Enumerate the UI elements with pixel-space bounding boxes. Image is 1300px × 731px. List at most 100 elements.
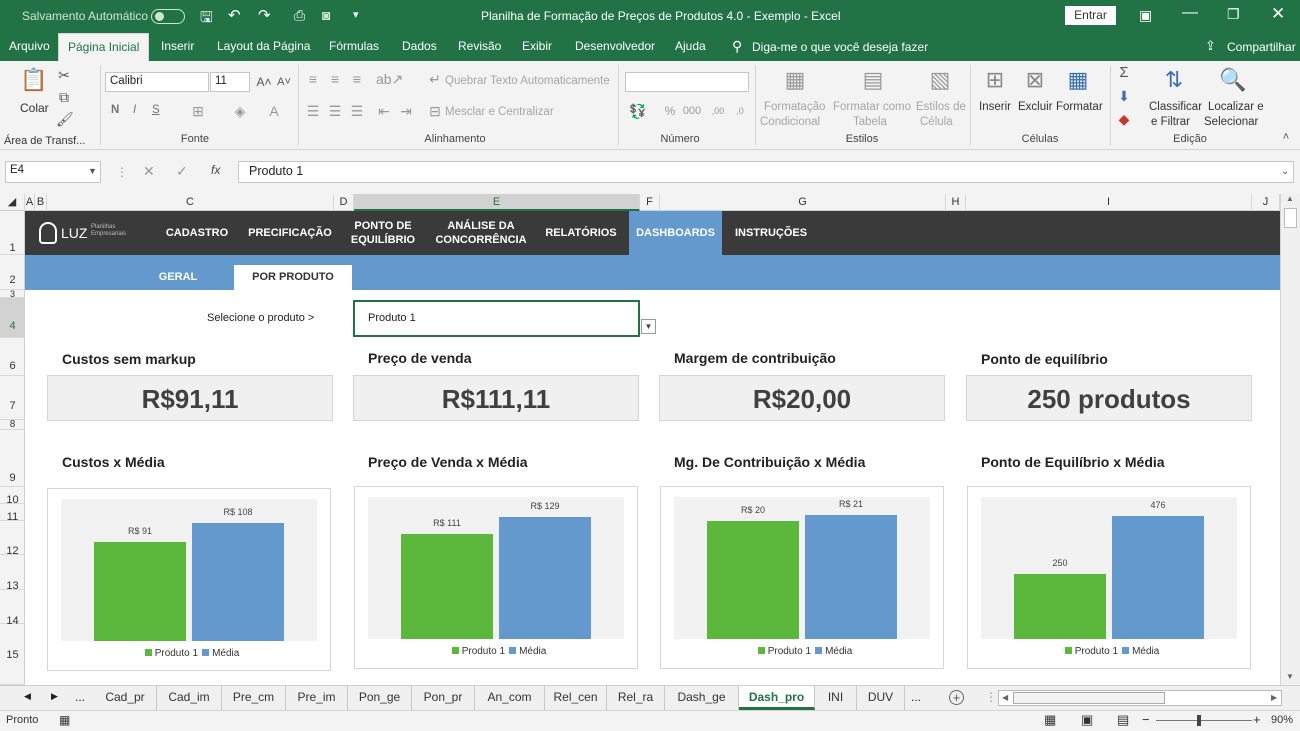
collapse-ribbon-icon[interactable]: ˄ — [1278, 129, 1294, 145]
format-cells-icon[interactable]: ▦ — [1063, 67, 1093, 93]
delete-cells-icon[interactable]: ⊠ — [1020, 67, 1050, 93]
nav-relatorios[interactable]: RELATÓRIOS — [539, 211, 623, 255]
row-header[interactable]: 6 — [0, 338, 25, 376]
ribbon-display-icon[interactable]: ▣ — [1139, 7, 1152, 24]
tab-inserir[interactable]: Inserir — [152, 33, 203, 61]
row-header[interactable]: 3 — [0, 290, 25, 299]
font-name-dropdown[interactable]: Calibri — [105, 72, 209, 92]
delete-cells-button[interactable]: Excluir — [1018, 101, 1053, 113]
row-header[interactable]: 11 — [0, 504, 25, 523]
zoom-slider[interactable] — [1156, 720, 1252, 721]
align-right-icon[interactable]: ☰ — [349, 103, 365, 119]
row-header[interactable]: 13 — [0, 555, 25, 592]
product-selector-cell[interactable]: Produto 1 — [353, 300, 640, 337]
nav-instrucoes[interactable]: INSTRUÇÕES — [729, 211, 813, 255]
save-icon[interactable]: 🖫 — [200, 7, 213, 32]
cell-styles-l2[interactable]: Célula — [920, 116, 953, 128]
sort-filter-l2[interactable]: e Filtrar — [1151, 116, 1190, 128]
expand-formula-icon[interactable]: ⌄ — [1281, 166, 1289, 177]
new-sheet-icon[interactable]: + — [949, 690, 964, 705]
column-header-selected[interactable]: E — [354, 194, 640, 211]
subtab-por-produto[interactable]: POR PRODUTO — [234, 265, 352, 290]
cancel-icon[interactable]: ✕ — [143, 163, 155, 180]
column-header[interactable]: A — [25, 194, 35, 211]
decrease-decimal-icon[interactable]: ,0 — [730, 103, 750, 119]
redo-icon[interactable]: ↷ — [258, 6, 271, 24]
tab-arquivo[interactable]: Arquivo — [0, 33, 59, 61]
zoom-out-icon[interactable]: − — [1142, 712, 1150, 727]
sheet-tab[interactable]: Dash_ge — [665, 686, 739, 710]
restore-icon[interactable]: ❐ — [1227, 6, 1240, 23]
sheet-tab[interactable]: Cad_pr — [94, 686, 157, 710]
name-box-dropdown-icon[interactable]: ▼ — [88, 166, 97, 176]
insert-cells-icon[interactable]: ⊞ — [980, 67, 1010, 93]
thousands-icon[interactable]: 000 — [682, 103, 702, 119]
row-header[interactable]: 12 — [0, 521, 25, 557]
tab-scroll-right-icon[interactable]: ▶ — [51, 691, 58, 702]
close-icon[interactable]: ✕ — [1271, 4, 1285, 24]
select-all-corner[interactable]: ◢ — [0, 194, 25, 211]
underline-button[interactable]: S — [152, 104, 160, 116]
subtab-geral[interactable]: GERAL — [133, 265, 223, 290]
tab-ajuda[interactable]: Ajuda — [666, 33, 715, 61]
column-header[interactable]: D — [334, 194, 354, 211]
zoom-level[interactable]: 90% — [1271, 714, 1293, 726]
copy-icon[interactable]: ⧉ — [56, 89, 72, 105]
bar-produto[interactable] — [1014, 574, 1106, 639]
percent-icon[interactable]: % — [660, 103, 680, 119]
minimize-icon[interactable]: — — [1182, 4, 1198, 22]
italic-button[interactable]: I — [133, 104, 136, 116]
clear-icon[interactable]: ◆ — [1116, 111, 1132, 127]
align-left-icon[interactable]: ☰ — [305, 103, 321, 119]
row-header[interactable]: 15 — [0, 624, 25, 685]
row-header[interactable]: 8 — [0, 420, 25, 430]
row-header[interactable]: 14 — [0, 590, 25, 627]
format-table-icon[interactable]: ▤ — [858, 67, 888, 93]
fill-color-icon[interactable]: ◈ — [232, 103, 248, 119]
sheet-tab[interactable]: DUV — [857, 686, 905, 710]
format-painter-icon[interactable]: 🖌 — [56, 111, 74, 127]
tab-revisao[interactable]: Revisão — [449, 33, 510, 61]
decrease-indent-icon[interactable]: ⇤ — [376, 103, 392, 119]
sheet-tab[interactable]: Pre_im — [286, 686, 348, 710]
tab-scroll-left-icon[interactable]: ◀ — [24, 691, 31, 702]
scroll-up-icon[interactable]: ▲ — [1286, 194, 1294, 203]
tab-more-right[interactable]: ... — [911, 690, 921, 704]
insert-cells-button[interactable]: Inserir — [979, 101, 1011, 113]
merge-center-button[interactable]: Mesclar e Centralizar — [445, 106, 554, 118]
camera-icon[interactable]: ◙ — [322, 7, 330, 23]
row-header[interactable]: 2 — [0, 255, 25, 290]
bar-chart-preco[interactable]: R$ 111 R$ 129 Produto 1 Média — [354, 486, 638, 669]
row-header[interactable]: 1 — [0, 211, 25, 255]
bar-produto[interactable] — [94, 542, 186, 641]
column-header[interactable]: I — [966, 194, 1252, 211]
column-header[interactable]: C — [47, 194, 334, 211]
bar-chart-ponto[interactable]: 250 476 Produto 1 Média — [967, 486, 1251, 669]
page-layout-view-icon[interactable]: ▣ — [1081, 712, 1093, 728]
hscroll-left-icon[interactable]: ◀ — [1002, 693, 1008, 702]
wrap-text-icon[interactable]: ↵ — [427, 71, 443, 87]
decrease-font-icon[interactable]: A˅ — [276, 74, 292, 90]
align-bottom-icon[interactable]: ≡ — [349, 71, 365, 87]
nav-cadastro[interactable]: CADASTRO — [157, 211, 237, 255]
conditional-format-l1[interactable]: Formatação — [764, 101, 825, 113]
macro-record-icon[interactable]: ▦ — [59, 713, 70, 727]
scroll-down-icon[interactable]: ▼ — [1286, 672, 1294, 681]
tab-pagina-inicial[interactable]: Página Inicial — [58, 33, 150, 61]
format-table-l1[interactable]: Formatar como — [833, 101, 911, 113]
format-table-l2[interactable]: Tabela — [853, 116, 887, 128]
font-size-dropdown[interactable]: 11 — [210, 72, 250, 92]
fill-icon[interactable]: ⬇ — [1116, 88, 1132, 104]
row-header-selected[interactable]: 4 — [0, 298, 25, 338]
sheet-tab[interactable]: Pon_ge — [348, 686, 412, 710]
column-header[interactable]: H — [946, 194, 966, 211]
tell-me-search[interactable]: Diga-me o que você deseja fazer — [752, 40, 928, 54]
find-select-icon[interactable]: 🔍 — [1218, 67, 1248, 93]
find-select-l2[interactable]: Selecionar — [1204, 116, 1258, 128]
row-header[interactable]: 7 — [0, 376, 25, 420]
sheet-tab[interactable]: Rel_cen — [545, 686, 607, 710]
sort-filter-icon[interactable]: ⇅ — [1160, 67, 1188, 93]
sheet-tab[interactable]: Rel_ra — [607, 686, 665, 710]
name-box[interactable]: E4 — [5, 161, 101, 183]
row-header[interactable]: 9 — [0, 430, 25, 487]
